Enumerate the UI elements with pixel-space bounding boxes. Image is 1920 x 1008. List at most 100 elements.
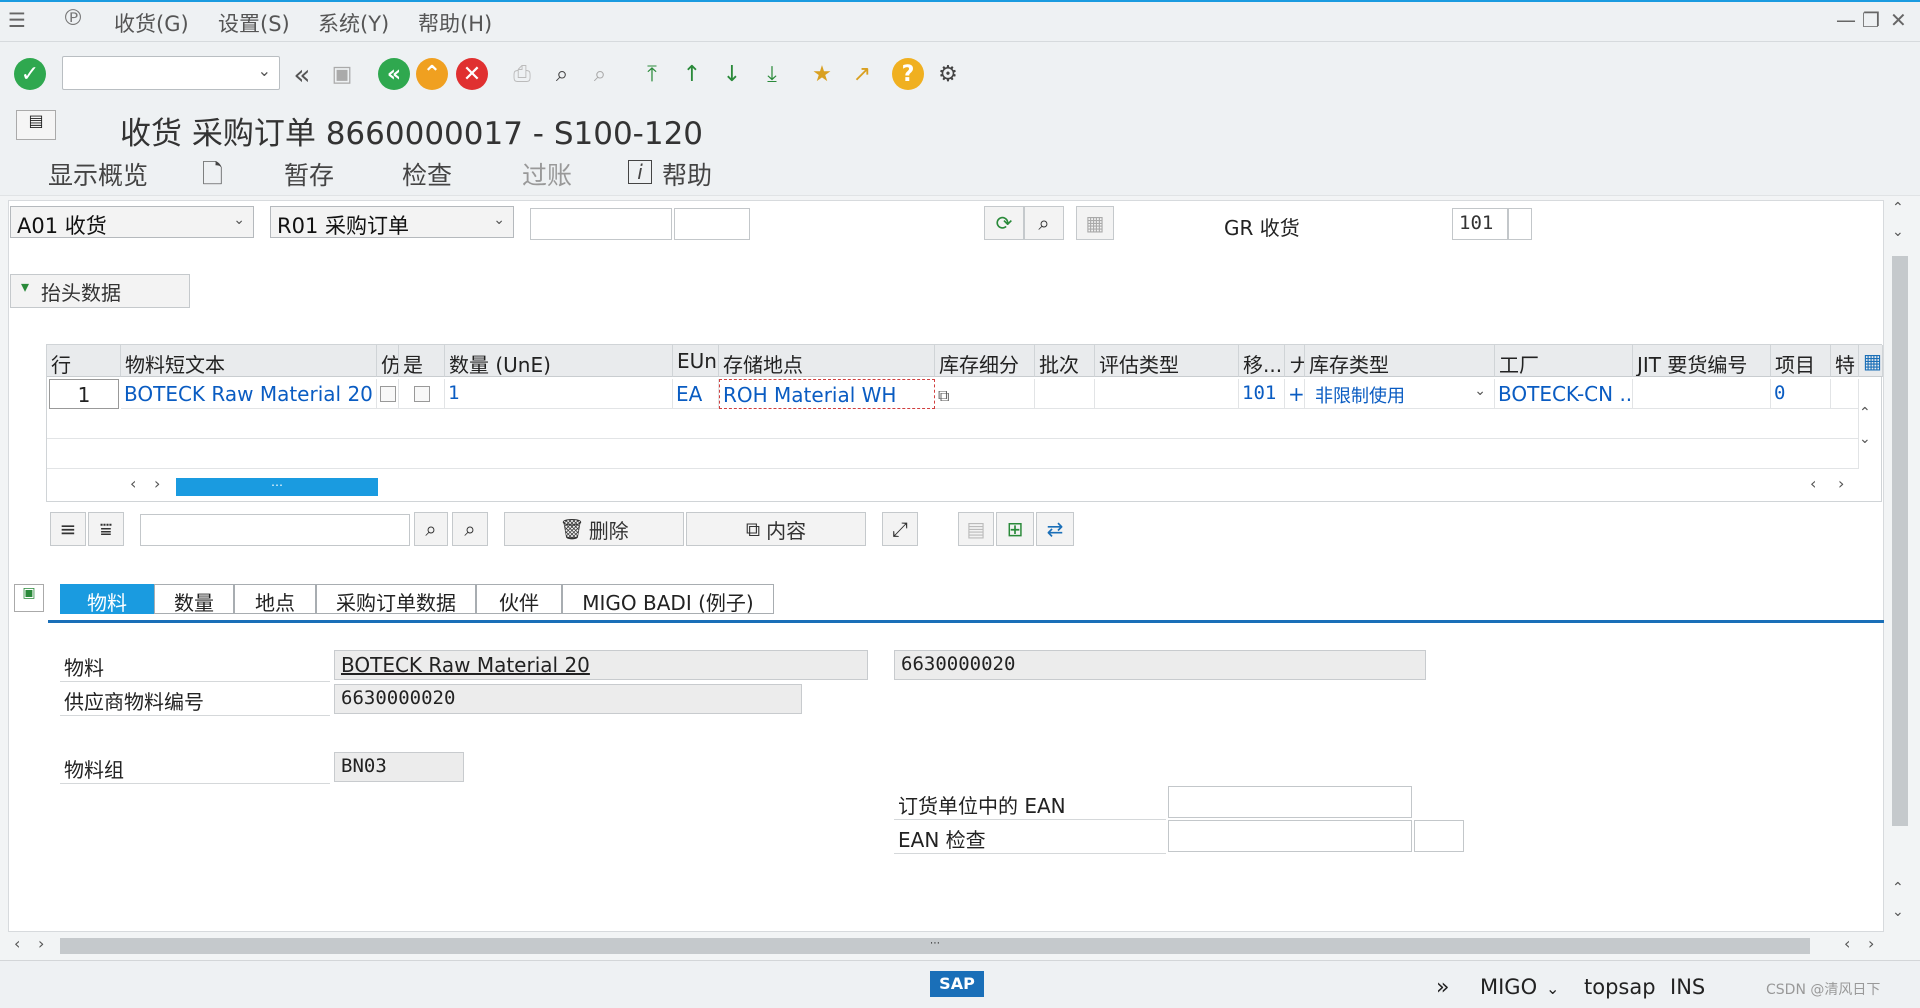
scrollbar-thumb[interactable] bbox=[1892, 256, 1908, 826]
row-special[interactable] bbox=[1831, 379, 1859, 409]
filter-icon[interactable]: ⩸ bbox=[88, 512, 124, 546]
find-next-icon[interactable]: ⌕ bbox=[452, 512, 488, 546]
chevron-down-icon[interactable]: ⌄ bbox=[1474, 383, 1486, 399]
detail-toggle-icon[interactable]: ▣ bbox=[14, 584, 44, 612]
menu-settings[interactable]: 设置(S) bbox=[218, 8, 290, 38]
scroll-left-icon[interactable]: ‹ bbox=[1844, 934, 1850, 953]
col-header-quantity[interactable]: 数量 (UnE) bbox=[445, 345, 673, 377]
row-line-number[interactable]: 1 bbox=[49, 379, 119, 409]
col-header-stock-type[interactable]: 库存类型 bbox=[1305, 345, 1495, 377]
scroll-down-icon[interactable]: ⌄ bbox=[1892, 224, 1904, 240]
menu-goods-receipt[interactable]: 收货(G) bbox=[114, 8, 189, 38]
movement-type-ext-input[interactable] bbox=[1508, 208, 1532, 240]
menu-system[interactable]: 系统(Y) bbox=[318, 8, 389, 38]
help-button[interactable]: 帮助 bbox=[662, 156, 712, 192]
col-header-stock-segment[interactable]: 库存细分 bbox=[935, 345, 1035, 377]
main-horizontal-scrollbar[interactable]: ‹ › ⋯ ‹ › bbox=[8, 934, 1884, 958]
col-header-sign[interactable]: ナ bbox=[1285, 345, 1305, 377]
scroll-down-icon[interactable]: ⌄ bbox=[1859, 431, 1871, 447]
reference-number-input[interactable] bbox=[530, 208, 672, 240]
scrollbar-thumb[interactable]: ⋯ bbox=[176, 478, 378, 496]
col-header-valuation-type[interactable]: 评估类型 bbox=[1095, 345, 1239, 377]
scrollbar-thumb[interactable]: ⋯ bbox=[60, 938, 1810, 954]
close-window-icon[interactable]: ✕ bbox=[1890, 8, 1907, 32]
transaction-code[interactable]: MIGO bbox=[1480, 975, 1537, 999]
scroll-left-icon[interactable]: ‹ bbox=[1810, 474, 1816, 493]
overview-button[interactable]: 显示概览 bbox=[48, 156, 148, 192]
copy-icon[interactable]: ⧉ bbox=[938, 386, 949, 405]
check-button[interactable]: 检查 bbox=[402, 156, 452, 192]
last-page-icon[interactable]: ⤓ bbox=[756, 58, 788, 90]
command-field[interactable]: ⌄ bbox=[62, 56, 280, 90]
col-header-batch[interactable]: 批次 bbox=[1035, 345, 1095, 377]
col-header-storage-location[interactable]: 存储地点 bbox=[719, 345, 935, 377]
expand-status-icon[interactable]: » bbox=[1436, 975, 1449, 1000]
col-header-material-text[interactable]: 物料短文本 bbox=[121, 345, 377, 377]
ean-check-input[interactable] bbox=[1168, 820, 1412, 852]
document-icon[interactable]: 🗋 bbox=[202, 156, 223, 200]
help-icon[interactable]: ? bbox=[892, 58, 924, 90]
execute-icon[interactable]: ⟳ bbox=[984, 206, 1024, 240]
info-icon[interactable]: i bbox=[628, 160, 652, 184]
fullscreen-icon[interactable]: ⤢ bbox=[882, 512, 918, 546]
movement-type-input[interactable]: 101 bbox=[1452, 208, 1508, 240]
tab-location[interactable]: 地点 bbox=[234, 584, 316, 615]
row-stock-type[interactable]: 非限制使用 ⌄ bbox=[1305, 379, 1495, 409]
doc-icon[interactable]: ▤ bbox=[958, 512, 994, 546]
print-icon[interactable]: ⎙ bbox=[506, 58, 538, 90]
col-header-project[interactable]: 项目 bbox=[1771, 345, 1831, 377]
cancel-icon[interactable]: ✕ bbox=[456, 58, 488, 90]
minimize-icon[interactable]: — bbox=[1836, 8, 1856, 32]
find-icon[interactable]: ⌕ bbox=[546, 58, 578, 90]
scroll-down-icon[interactable]: ⌄ bbox=[1892, 904, 1904, 920]
ean-check-ext-input[interactable] bbox=[1414, 820, 1464, 852]
col-header-ok[interactable]: 仿 bbox=[377, 345, 399, 377]
find-icon[interactable]: ⌕ bbox=[414, 512, 448, 546]
scroll-up-icon[interactable]: ⌃ bbox=[1859, 405, 1871, 421]
chevron-down-icon[interactable]: ⌄ bbox=[1546, 979, 1559, 998]
col-header-movement[interactable]: 移... bbox=[1239, 345, 1285, 377]
scroll-left-icon[interactable]: ‹ bbox=[130, 474, 136, 493]
maximize-icon[interactable]: ❐ bbox=[1862, 8, 1880, 32]
row-valuation-type[interactable] bbox=[1095, 379, 1239, 409]
row-unit[interactable]: EA bbox=[673, 379, 719, 409]
material-number-field[interactable]: 6630000020 bbox=[894, 650, 1426, 680]
ean-order-unit-input[interactable] bbox=[1168, 786, 1412, 818]
scroll-right-icon[interactable]: › bbox=[154, 474, 160, 493]
row-storage-location[interactable]: ROH Material WH bbox=[719, 379, 935, 409]
row-project[interactable]: 0 bbox=[1771, 379, 1831, 409]
first-page-icon[interactable]: ⤒ bbox=[636, 58, 668, 90]
tab-po-data[interactable]: 采购订单数据 bbox=[316, 584, 476, 615]
header-data-button[interactable]: ▾ 抬头数据 bbox=[10, 274, 190, 308]
checkbox-icon[interactable] bbox=[413, 386, 430, 402]
material-field[interactable]: BOTECK Raw Material 20 bbox=[334, 650, 868, 680]
enter-icon[interactable]: ✓ bbox=[14, 58, 46, 90]
col-header-yes[interactable]: 是 bbox=[399, 345, 445, 377]
settings-icon[interactable]: ⚙ bbox=[932, 58, 964, 90]
scroll-right-icon[interactable]: › bbox=[1838, 474, 1844, 493]
back-double-icon[interactable]: « bbox=[286, 58, 318, 91]
row-yes-checkbox[interactable] bbox=[399, 379, 445, 409]
row-plant[interactable]: BOTECK-CN ... bbox=[1495, 379, 1633, 409]
delete-button[interactable]: 🗑 删除 bbox=[504, 512, 684, 546]
grid-search-input[interactable] bbox=[140, 514, 410, 546]
find-next-icon[interactable]: ⌕ bbox=[584, 58, 616, 90]
row-quantity[interactable]: 1 bbox=[445, 379, 673, 409]
row-batch[interactable] bbox=[1035, 379, 1095, 409]
hold-button[interactable]: 暂存 bbox=[284, 156, 334, 192]
vendor-material-field[interactable]: 6630000020 bbox=[334, 684, 802, 714]
main-vertical-scrollbar[interactable]: ⌃ ⌄ ⌃ ⌄ bbox=[1890, 200, 1910, 930]
back-icon[interactable]: « bbox=[378, 58, 410, 90]
reference-dropdown[interactable]: R01 采购订单 ⌄ bbox=[270, 206, 514, 238]
col-header-special[interactable]: 特 bbox=[1831, 345, 1859, 377]
calendar-icon[interactable]: ▦ bbox=[1076, 206, 1114, 240]
row-movement[interactable]: 101 bbox=[1239, 379, 1285, 409]
menu-help[interactable]: 帮助(H) bbox=[418, 8, 492, 38]
row-stock-segment[interactable]: ⧉ bbox=[935, 379, 1035, 409]
tab-quantity[interactable]: 数量 bbox=[154, 584, 234, 615]
scroll-right-icon[interactable]: › bbox=[38, 934, 44, 953]
table-horizontal-scrollbar[interactable]: ‹ › ⋯ ‹ › bbox=[46, 474, 1882, 498]
col-header-plant[interactable]: 工厂 bbox=[1495, 345, 1633, 377]
shortcut-icon[interactable]: ↗ bbox=[846, 58, 878, 90]
row-ok-checkbox[interactable] bbox=[377, 379, 399, 409]
